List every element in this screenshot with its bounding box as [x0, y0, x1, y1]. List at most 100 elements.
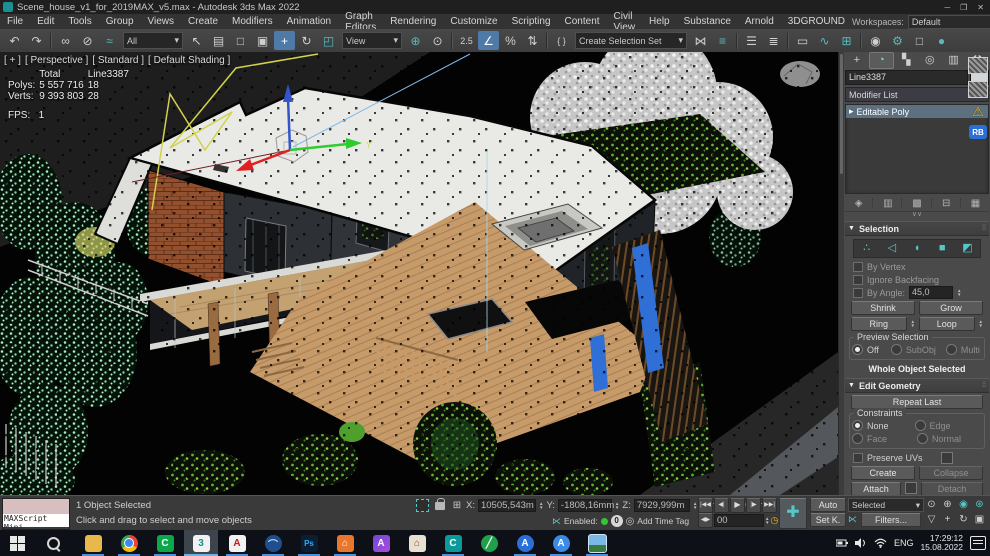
maximize-viewport-toggle-icon[interactable]: ▣: [972, 513, 987, 527]
key-mode-toggle[interactable]: ◀▶: [698, 513, 713, 528]
select-and-rotate-icon[interactable]: ↻: [296, 31, 317, 50]
attach-button[interactable]: Attach: [851, 482, 901, 495]
polygon-mode-icon[interactable]: ■: [930, 240, 955, 257]
make-unique-icon[interactable]: ▩: [903, 198, 931, 209]
loop-button[interactable]: Loop: [919, 317, 975, 331]
menu-rendering[interactable]: Rendering: [383, 16, 443, 27]
play-button[interactable]: ▶: [730, 498, 745, 513]
tab-display[interactable]: ▥: [942, 53, 966, 68]
green-app-icon[interactable]: ╱: [472, 530, 506, 556]
selection-filter-dropdown[interactable]: All▾: [123, 32, 183, 49]
next-frame-button[interactable]: |▶: [746, 498, 761, 513]
rectangular-selection-region-icon[interactable]: □: [230, 31, 251, 50]
z-coordinate-field[interactable]: 7929,999m: [634, 499, 690, 512]
screenshot-thumbnail-icon[interactable]: [968, 57, 988, 74]
menu-modifiers[interactable]: Modifiers: [225, 16, 280, 27]
viewport-pov-menu[interactable]: [ Perspective ]: [25, 55, 88, 66]
menu-substance[interactable]: Substance: [677, 16, 738, 27]
add-time-tag[interactable]: Add Time Tag: [637, 516, 689, 526]
unlink-selection-icon[interactable]: ⊘: [77, 31, 98, 50]
toggle-scene-explorer-icon[interactable]: ☰: [741, 31, 762, 50]
shrink-button[interactable]: Shrink: [851, 301, 915, 315]
steering-wheel-icon[interactable]: ◎: [626, 516, 635, 527]
schematic-view-icon[interactable]: ⊞: [836, 31, 857, 50]
menu-create[interactable]: Create: [181, 16, 225, 27]
corona-icon[interactable]: C: [436, 530, 470, 556]
tab-create[interactable]: +: [845, 53, 869, 68]
remove-modifier-icon[interactable]: ⊟: [933, 198, 961, 209]
photoshop-icon[interactable]: Ps: [292, 530, 326, 556]
loop-spinner[interactable]: ▲▼: [979, 317, 983, 331]
menu-content[interactable]: Content: [558, 16, 607, 27]
by-angle-checkbox[interactable]: [853, 288, 863, 298]
key-filter-icon[interactable]: ⋉: [552, 516, 561, 527]
collapse-button[interactable]: Collapse: [919, 466, 983, 480]
clock[interactable]: 17:29:12 15.08.2022: [920, 534, 963, 552]
toggle-ribbon-icon[interactable]: ▭: [792, 31, 813, 50]
home-design-icon[interactable]: ⌂: [328, 530, 362, 556]
pin-stack-icon[interactable]: ◈: [845, 198, 873, 209]
show-end-result-icon[interactable]: ▥: [874, 198, 902, 209]
orbit-icon[interactable]: ↻: [956, 513, 971, 527]
edit-named-selection-sets-icon[interactable]: { }: [551, 31, 572, 50]
constraint-none-radio[interactable]: [852, 420, 863, 431]
speaker-icon[interactable]: [855, 538, 867, 548]
menu-3dground[interactable]: 3DGROUND: [781, 16, 852, 27]
angle-snap-toggle-icon[interactable]: ∠: [478, 31, 499, 50]
y-coordinate-field[interactable]: -1808,16mm: [558, 499, 612, 512]
zoom-extents-all-icon[interactable]: ⊛: [972, 498, 987, 512]
border-mode-icon[interactable]: ◖: [904, 240, 929, 257]
3dsmax-taskbar-icon[interactable]: 3: [184, 530, 218, 556]
sweet-home-icon[interactable]: ⌂: [400, 530, 434, 556]
pan-icon[interactable]: +: [940, 513, 955, 527]
zoom-all-icon[interactable]: ⊕: [940, 498, 955, 512]
spinner-snap-toggle-icon[interactable]: ⇅: [522, 31, 543, 50]
toggle-layer-explorer-icon[interactable]: ≣: [763, 31, 784, 50]
key-filters-dropdown[interactable]: Selected▾: [848, 498, 924, 512]
rendered-frame-window-icon[interactable]: □: [909, 31, 930, 50]
grow-button[interactable]: Grow: [919, 301, 983, 315]
filters-button[interactable]: Filters...: [861, 513, 921, 527]
time-configuration-icon[interactable]: ◷: [770, 515, 778, 526]
bind-to-space-warp-icon[interactable]: ≈: [99, 31, 120, 50]
menu-file[interactable]: File: [0, 16, 30, 27]
ignore-backfacing-checkbox[interactable]: [853, 275, 863, 285]
camtasia-icon[interactable]: C: [148, 530, 182, 556]
absolute-offset-toggle-icon[interactable]: ⊞: [451, 500, 463, 512]
by-angle-field[interactable]: 45,0: [909, 286, 953, 299]
tab-modify[interactable]: ◔: [869, 52, 895, 69]
select-object-icon[interactable]: ↖: [186, 31, 207, 50]
selection-lock-icon[interactable]: [435, 502, 445, 510]
mirror-icon[interactable]: ⋈: [690, 31, 711, 50]
material-editor-icon[interactable]: ◉: [865, 31, 886, 50]
object-name-field[interactable]: Line3387: [845, 70, 968, 85]
panel-scrollbar[interactable]: [839, 52, 844, 495]
rb-badge-icon[interactable]: RB: [969, 125, 987, 139]
menu-animation[interactable]: Animation: [280, 16, 338, 27]
key-filters-icon[interactable]: ⋉: [848, 514, 857, 525]
tab-motion[interactable]: ◎: [918, 53, 942, 68]
menu-edit[interactable]: Edit: [30, 16, 61, 27]
workspaces-dropdown[interactable]: Default▾: [908, 15, 990, 29]
by-vertex-checkbox[interactable]: [853, 262, 863, 272]
language-indicator[interactable]: ENG: [894, 538, 914, 548]
select-and-manipulate-icon[interactable]: ⊙: [427, 31, 448, 50]
preserve-uvs-checkbox[interactable]: [853, 453, 863, 463]
curve-app-icon[interactable]: ⌒: [256, 530, 290, 556]
menu-group[interactable]: Group: [99, 16, 141, 27]
percent-snap-toggle-icon[interactable]: %: [500, 31, 521, 50]
element-mode-icon[interactable]: ◩: [955, 240, 980, 257]
maximize-button[interactable]: ❐: [960, 3, 967, 12]
previous-frame-button[interactable]: ◀|: [714, 498, 729, 513]
preview-subobj-radio[interactable]: [891, 344, 902, 355]
repeat-last-button[interactable]: Repeat Last: [851, 395, 983, 409]
create-button[interactable]: Create: [851, 466, 915, 480]
preserve-uvs-settings-button[interactable]: [941, 452, 953, 464]
archicad-tool-icon[interactable]: A: [364, 530, 398, 556]
use-pivot-point-center-icon[interactable]: ⊕: [405, 31, 426, 50]
by-angle-spinner[interactable]: ▲▼: [957, 289, 961, 297]
file-explorer-icon[interactable]: [76, 530, 110, 556]
go-to-end-button[interactable]: ▶▶|: [762, 498, 777, 513]
curve-editor-icon[interactable]: ∿: [814, 31, 835, 50]
preview-multi-radio[interactable]: [946, 344, 957, 355]
